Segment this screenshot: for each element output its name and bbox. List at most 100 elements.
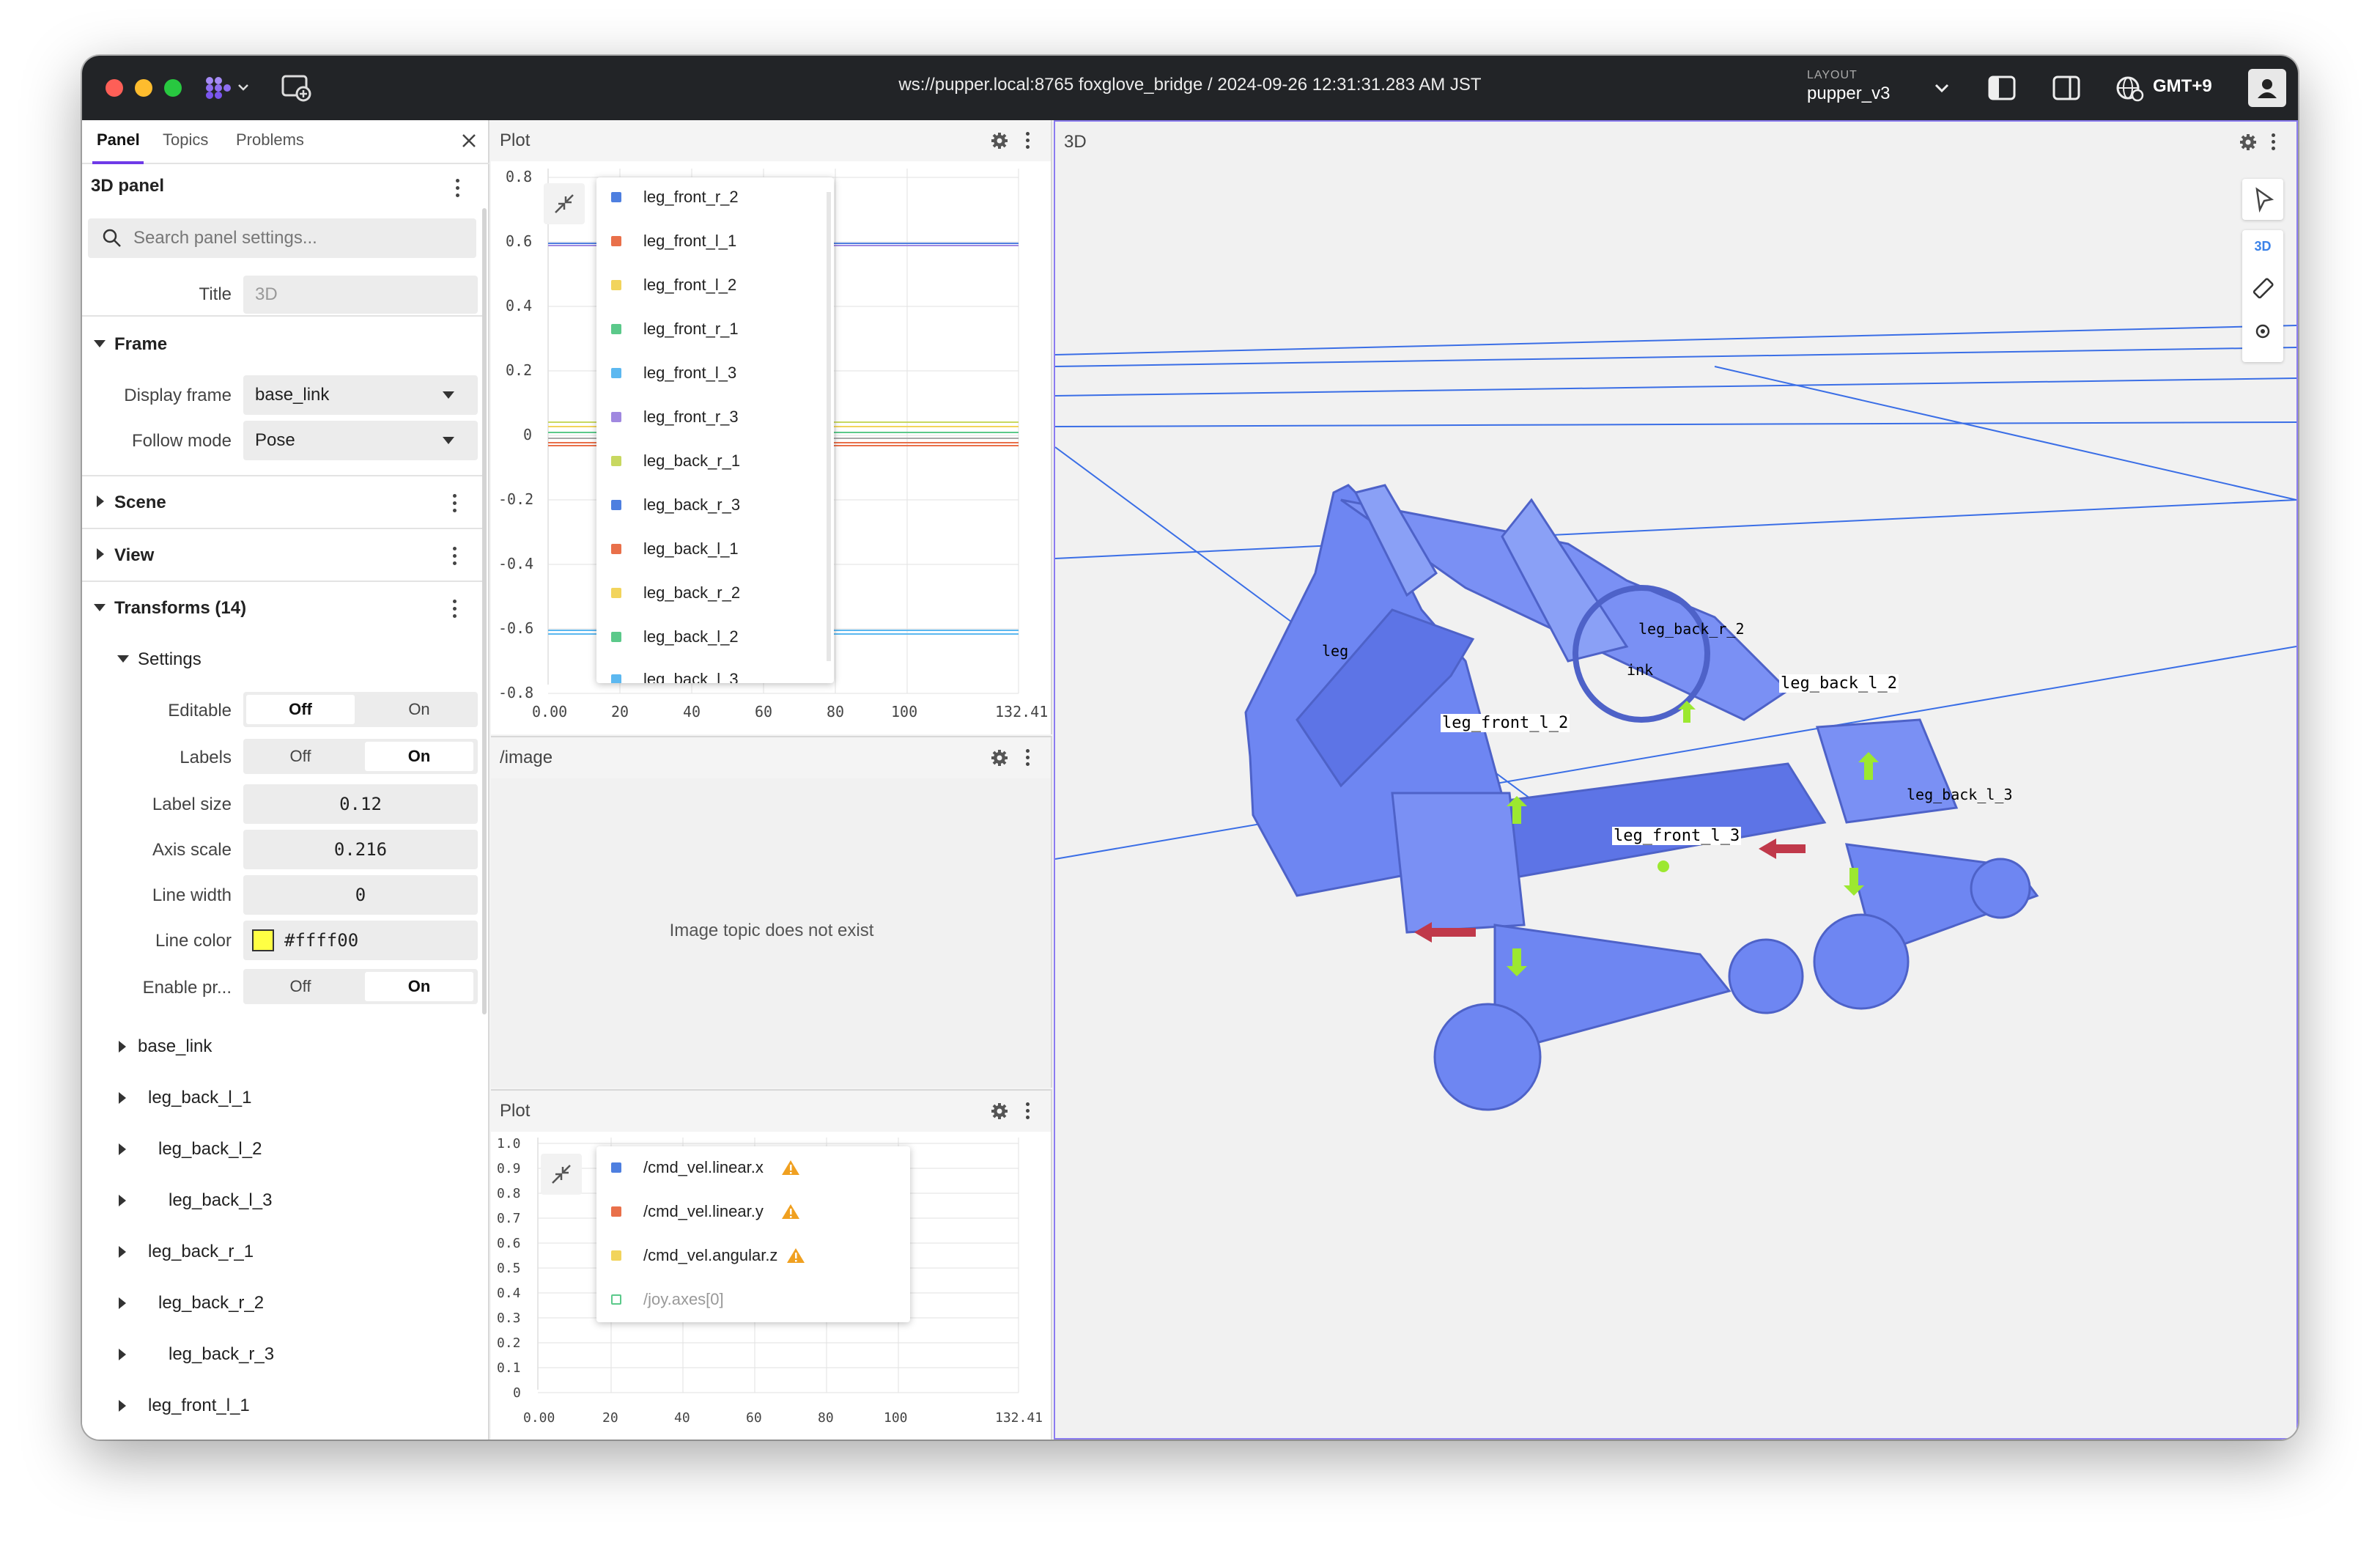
image-menu-icon[interactable] (1026, 749, 1030, 770)
gear-icon[interactable] (991, 1102, 1008, 1120)
y-tick-label: 1.0 (497, 1136, 521, 1151)
3d-menu-icon[interactable] (2272, 133, 2276, 154)
timezone-button[interactable] (2112, 72, 2147, 104)
legend-item[interactable]: leg_back_r_2 (611, 582, 740, 604)
expand-leg-back-l-1-icon[interactable] (119, 1092, 126, 1104)
warning-icon[interactable] (781, 1159, 800, 1176)
legend-item[interactable]: /cmd_vel.linear.x (611, 1157, 800, 1179)
display-frame-select[interactable]: base_link (243, 375, 478, 415)
legend-item[interactable]: leg_front_r_1 (611, 318, 739, 340)
panel-menu-icon[interactable] (456, 179, 460, 199)
expand-leg-back-r-2-icon[interactable] (119, 1297, 126, 1309)
legend-item[interactable]: leg_back_l_3 (611, 668, 739, 683)
editable-on-option[interactable]: On (365, 695, 473, 724)
tab-topics[interactable]: Topics (163, 130, 208, 150)
tab-problems[interactable]: Problems (236, 130, 304, 150)
tree-item-leg-back-r-2[interactable]: leg_back_r_2 (158, 1293, 264, 1313)
labels-toggle[interactable]: Off On (243, 739, 478, 774)
axis-scale-input[interactable]: 0.216 (243, 830, 478, 869)
expand-leg-back-r-1-icon[interactable] (119, 1246, 126, 1258)
expand-base-link-icon[interactable] (119, 1041, 126, 1053)
3d-scene[interactable] (1055, 163, 2296, 1438)
toggle-left-sidebar-button[interactable] (1984, 72, 2019, 104)
enable-preloading-toggle[interactable]: Off On (243, 969, 478, 1004)
settings-subsection-header[interactable]: Settings (82, 633, 484, 686)
sidebar-scrollbar[interactable] (482, 208, 487, 1014)
tree-item-leg-back-l-1[interactable]: leg_back_l_1 (148, 1088, 251, 1108)
warning-icon[interactable] (786, 1247, 805, 1264)
frame-section-header[interactable]: Frame (82, 315, 484, 368)
toggle-right-sidebar-button[interactable] (2049, 72, 2084, 104)
gear-icon[interactable] (2239, 133, 2257, 151)
enable-off-option[interactable]: Off (246, 972, 355, 1001)
title-input[interactable]: 3D (243, 276, 478, 314)
legend-item[interactable]: leg_back_l_2 (611, 626, 739, 648)
labels-on-option[interactable]: On (365, 742, 473, 771)
scene-section-header[interactable]: Scene (82, 475, 484, 528)
labels-off-option[interactable]: Off (246, 742, 355, 771)
follow-mode-select[interactable]: Pose (243, 421, 478, 460)
view-menu-icon[interactable] (453, 547, 457, 567)
close-icon[interactable] (460, 132, 478, 150)
timezone-label[interactable]: GMT+9 (2153, 76, 2212, 97)
plot-menu-icon[interactable] (1026, 1102, 1030, 1123)
select-tool-button[interactable] (2242, 179, 2283, 220)
line-color-swatch[interactable] (252, 929, 274, 951)
editable-toggle[interactable]: Off On (243, 692, 478, 727)
legend-scrollbar[interactable] (827, 192, 831, 661)
legend-item[interactable]: leg_front_l_3 (611, 362, 736, 384)
warning-icon[interactable] (781, 1203, 800, 1220)
legend-item[interactable]: leg_front_l_2 (611, 274, 736, 296)
transforms-section-header[interactable]: Transforms (14) (82, 580, 484, 633)
collapse-arrows-icon (555, 194, 574, 213)
collapse-legend-button[interactable] (544, 183, 585, 224)
display-frame-value: base_link (255, 385, 330, 405)
3d-viewport-panel[interactable]: 3D leg_front_l_2 leg_front_l_3 leg_back_… (1054, 120, 2298, 1440)
legend-item[interactable]: leg_back_r_3 (611, 494, 740, 516)
legend-item[interactable]: leg_back_r_1 (611, 450, 740, 472)
editable-off-option[interactable]: Off (246, 695, 355, 724)
line-width-input[interactable]: 0 (243, 875, 478, 915)
expand-leg-back-l-2-icon[interactable] (119, 1143, 126, 1155)
expand-leg-front-l-1-icon[interactable] (119, 1400, 126, 1412)
legend-item[interactable]: leg_front_l_1 (611, 230, 736, 252)
display-frame-label: Display frame (124, 386, 232, 405)
expand-leg-back-l-3-icon[interactable] (119, 1195, 126, 1206)
tree-item-leg-back-r-1[interactable]: leg_back_r_1 (148, 1242, 254, 1262)
publish-point-icon[interactable] (2252, 321, 2273, 342)
view-section-header[interactable]: View (82, 528, 484, 580)
layout-name[interactable]: pupper_v3 (1807, 84, 1890, 104)
legend-item-disabled[interactable]: /joy.axes[0] (611, 1289, 724, 1311)
y-tick-label: -0.6 (498, 619, 533, 637)
user-profile-button[interactable] (2248, 69, 2286, 107)
y-tick-label: 0.5 (497, 1261, 521, 1276)
tree-item-leg-back-l-3[interactable]: leg_back_l_3 (169, 1190, 272, 1211)
layout-dropdown-button[interactable] (1929, 72, 1955, 104)
toggle-3d-mode-button[interactable]: 3D (2242, 239, 2283, 254)
enable-on-option[interactable]: On (365, 972, 473, 1001)
tab-panel[interactable]: Panel (97, 130, 140, 150)
tree-item-leg-back-l-2[interactable]: leg_back_l_2 (158, 1139, 262, 1160)
label-size-input[interactable]: 0.12 (243, 784, 478, 824)
gear-icon[interactable] (991, 749, 1008, 767)
scene-menu-icon[interactable] (453, 494, 457, 515)
legend-item[interactable]: leg_back_l_1 (611, 538, 739, 560)
tree-item-base-link[interactable]: base_link (138, 1036, 212, 1057)
collapse-legend-button[interactable] (541, 1154, 582, 1195)
legend-item[interactable]: /cmd_vel.angular.z (611, 1245, 805, 1267)
legend-item[interactable]: /cmd_vel.linear.y (611, 1201, 800, 1223)
tree-item-leg-back-r-3[interactable]: leg_back_r_3 (169, 1344, 274, 1365)
globe-icon (2116, 76, 2144, 102)
settings-search-field[interactable]: Search panel settings... (88, 218, 476, 258)
x-tick-label: 100 (884, 1410, 908, 1426)
tree-item-leg-front-l-1[interactable]: leg_front_l_1 (148, 1396, 250, 1416)
expand-leg-back-r-3-icon[interactable] (119, 1349, 126, 1360)
plot-menu-icon[interactable] (1026, 132, 1030, 152)
legend-item[interactable]: leg_front_r_3 (611, 406, 739, 428)
gear-icon[interactable] (991, 132, 1008, 150)
ruler-icon[interactable] (2251, 277, 2274, 301)
line-color-input[interactable]: #ffff00 (243, 921, 478, 960)
transforms-menu-icon[interactable] (453, 600, 457, 620)
legend-item[interactable]: leg_front_r_2 (611, 186, 739, 208)
legend-swatch (611, 368, 621, 378)
